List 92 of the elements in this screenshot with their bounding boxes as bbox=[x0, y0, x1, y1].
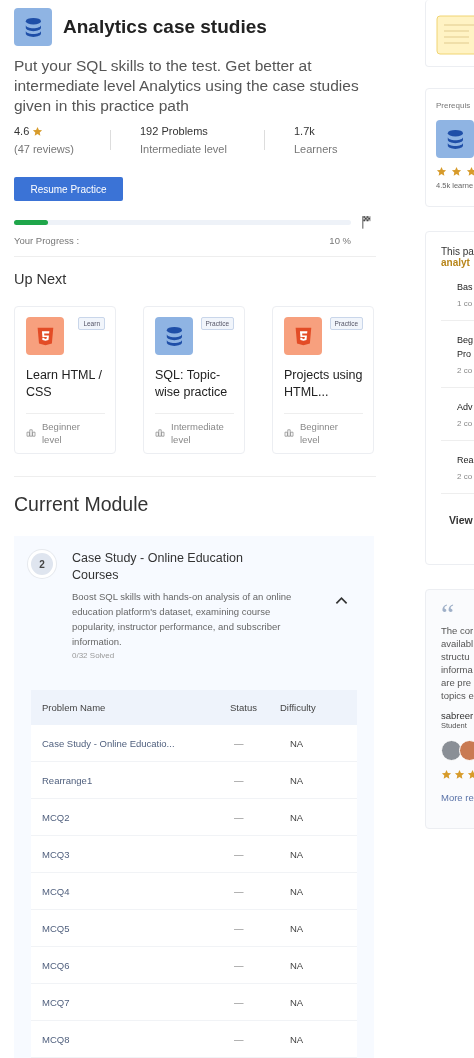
course-title[interactable]: Rea bbox=[457, 453, 474, 467]
stat-label: Intermediate level bbox=[140, 143, 228, 155]
more-reviews-link[interactable]: More re bbox=[441, 792, 474, 803]
review-text: structu bbox=[441, 650, 471, 663]
status-cell-text: — bbox=[233, 811, 245, 823]
review-text: topics e bbox=[441, 689, 474, 702]
difficulty-cell-text: NA bbox=[289, 885, 305, 897]
avatar bbox=[441, 740, 462, 761]
description: Put your SQL skills to the test. Get better at intermediate level Analytics using the case studies given in this practice path bbox=[14, 56, 360, 116]
course-title[interactable]: Pro bbox=[457, 347, 474, 361]
status-cell-text: — bbox=[233, 774, 245, 786]
difficulty-cell-text: NA bbox=[289, 1033, 305, 1045]
database-icon bbox=[14, 8, 52, 46]
status-cell-text: — bbox=[233, 922, 245, 934]
review-text: informa bbox=[441, 663, 474, 676]
difficulty-cell-text: NA bbox=[289, 848, 305, 860]
star-icon bbox=[454, 769, 465, 780]
progress-percent: 10 % bbox=[329, 235, 351, 246]
level-label: Beginner level bbox=[300, 420, 340, 446]
problem-link[interactable]: MCQ5 bbox=[31, 922, 208, 934]
view-link[interactable]: View bbox=[449, 514, 474, 526]
shield-icon bbox=[284, 317, 322, 355]
level-label: Beginner level bbox=[42, 420, 82, 446]
level-icon bbox=[284, 429, 294, 437]
status-cell-text: — bbox=[233, 959, 245, 971]
course-count: 1 co bbox=[457, 299, 474, 308]
problem-link[interactable]: Case Study - Online Educatio... bbox=[31, 737, 208, 749]
section-title: Current Module bbox=[14, 493, 150, 516]
stat-value: 4.6 bbox=[14, 125, 30, 137]
flag-icon bbox=[362, 215, 372, 229]
stat-value: 192 Problems bbox=[140, 125, 208, 137]
star-icon bbox=[441, 769, 452, 780]
review-text: availabl bbox=[441, 637, 474, 650]
module-title: Case Study - Online Education Courses bbox=[72, 550, 244, 584]
stat-label: (47 reviews) bbox=[14, 143, 75, 155]
reviewer-name: sabreer bbox=[441, 710, 474, 721]
problem-link[interactable]: MCQ6 bbox=[31, 959, 208, 971]
difficulty-cell-text: NA bbox=[289, 959, 305, 971]
course-title[interactable]: Bas bbox=[457, 280, 474, 294]
resume-practice-button[interactable]: Resume Practice bbox=[14, 177, 123, 201]
column-header: Problem Name bbox=[41, 702, 107, 713]
module-description: Boost SQL skills with hands-on analysis of an online education platform's dataset, examining course popularity, instructor performance, and subscriber information. bbox=[72, 590, 293, 649]
status-cell-text: — bbox=[233, 848, 245, 860]
card-title: Learn HTML / CSS bbox=[26, 367, 103, 401]
problem-link[interactable]: MCQ7 bbox=[31, 996, 208, 1008]
prerequisite-label: Prerequis bbox=[436, 101, 472, 110]
stat-value: 1.7k bbox=[294, 125, 315, 137]
quote-mark: “ bbox=[441, 604, 455, 624]
status-cell-text: — bbox=[233, 996, 245, 1008]
shield-icon bbox=[26, 317, 64, 355]
star-icon bbox=[451, 166, 462, 177]
path-intro: This pa bbox=[441, 246, 474, 257]
status-cell-text: — bbox=[233, 737, 245, 749]
difficulty-cell-text: NA bbox=[289, 922, 305, 934]
section-title: Up Next bbox=[14, 271, 68, 287]
course-count: 2 co bbox=[457, 472, 474, 481]
status-cell-text: — bbox=[233, 1033, 245, 1045]
card-title: Projects using HTML... bbox=[284, 367, 364, 401]
column-header: Difficulty bbox=[280, 702, 317, 713]
review-text: are pre bbox=[441, 676, 473, 689]
path-highlight: analyt bbox=[441, 257, 470, 268]
progress-label: Your Progress : bbox=[14, 235, 80, 246]
difficulty-cell-text: NA bbox=[289, 811, 305, 823]
course-count: 2 co bbox=[457, 419, 474, 428]
problem-link[interactable]: MCQ4 bbox=[31, 885, 208, 897]
database-icon bbox=[155, 317, 193, 355]
difficulty-cell-text: NA bbox=[289, 774, 305, 786]
database-icon bbox=[436, 120, 474, 158]
page-title: Analytics case studies bbox=[63, 16, 267, 38]
column-header: Status bbox=[229, 702, 258, 713]
problem-link[interactable]: MCQ8 bbox=[31, 1033, 208, 1045]
course-count: 2 co bbox=[457, 366, 474, 375]
star-icon bbox=[466, 166, 474, 177]
difficulty-cell-text: NA bbox=[289, 996, 305, 1008]
problem-link[interactable]: Rearrange1 bbox=[31, 774, 208, 786]
card-title: SQL: Topic-wise practice bbox=[155, 367, 229, 401]
problem-link[interactable]: MCQ3 bbox=[31, 848, 208, 860]
module-number: 2 bbox=[31, 553, 53, 575]
level-label: Intermediate level bbox=[171, 420, 225, 446]
solved-count: 0/32 Solved bbox=[72, 651, 116, 660]
difficulty-cell-text: NA bbox=[289, 737, 305, 749]
star-icon bbox=[32, 125, 44, 137]
stat-label: Learners bbox=[294, 143, 338, 155]
course-title[interactable]: Adv bbox=[457, 400, 474, 414]
course-title[interactable]: Beg bbox=[457, 333, 474, 347]
level-icon bbox=[26, 429, 36, 437]
star-icon bbox=[436, 166, 447, 177]
review-text: The cor bbox=[441, 624, 474, 637]
problem-link[interactable]: MCQ2 bbox=[31, 811, 208, 823]
level-icon bbox=[155, 429, 165, 437]
collapse-icon[interactable] bbox=[335, 596, 348, 605]
status-cell-text: — bbox=[233, 885, 245, 897]
